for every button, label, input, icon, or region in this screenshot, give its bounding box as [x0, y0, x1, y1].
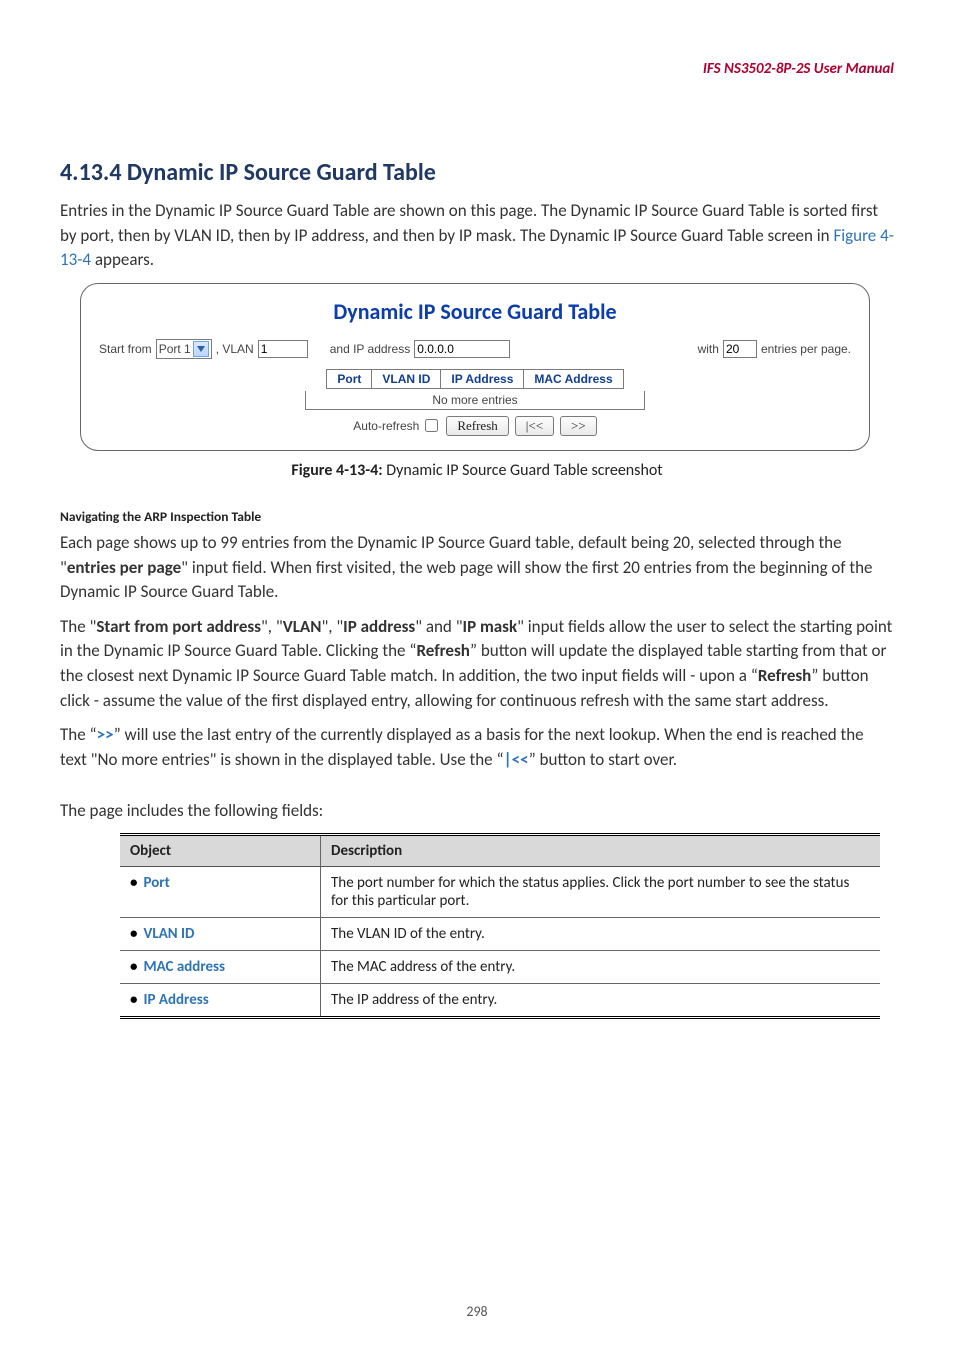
section-heading: 4.13.4 Dynamic IP Source Guard Table	[60, 158, 894, 187]
fields-table: Object Description •Port The port number…	[120, 833, 880, 1019]
source-guard-table: Port VLAN ID IP Address MAC Address	[326, 369, 623, 389]
fields-intro: The page includes the following fields:	[60, 799, 894, 824]
filter-row: Start from Port 1 , VLAN and IP address …	[99, 339, 851, 359]
figure-caption: Figure 4-13-4: Dynamic IP Source Guard T…	[60, 461, 894, 480]
nav-paragraph-2: The "Start from port address", "VLAN", "…	[60, 615, 894, 714]
port-select[interactable]: Port 1	[156, 339, 212, 359]
intro-text-b: appears.	[91, 249, 154, 270]
figure-caption-number: Figure 4-13-4:	[291, 461, 382, 480]
entries-per-page-label: entries per page.	[761, 342, 851, 356]
intro-paragraph: Entries in the Dynamic IP Source Guard T…	[60, 199, 894, 273]
entries-input[interactable]	[723, 340, 757, 358]
vlan-label: , VLAN	[216, 342, 254, 356]
figure-caption-text: Dynamic IP Source Guard Table screenshot	[383, 461, 663, 480]
intro-text-a: Entries in the Dynamic IP Source Guard T…	[60, 200, 878, 246]
col-vlan: VLAN ID	[372, 369, 441, 388]
first-symbol: |<<	[504, 749, 529, 770]
col-port: Port	[327, 369, 372, 388]
table-row: •Port The port number for which the stat…	[120, 867, 880, 918]
col-mac: MAC Address	[524, 369, 623, 388]
auto-refresh-label: Auto-refresh	[353, 419, 419, 433]
nav-paragraph-3: The “>>” will use the last entry of the …	[60, 723, 894, 772]
start-from-label: Start from	[99, 342, 152, 356]
no-entries-row: No more entries	[305, 391, 645, 410]
with-label: with	[698, 342, 719, 356]
nav-heading: Navigating the ARP Inspection Table	[60, 508, 894, 525]
next-symbol: >>	[97, 724, 114, 745]
ip-label: and IP address	[330, 342, 411, 356]
col-object: Object	[120, 835, 321, 867]
chevron-down-icon	[193, 341, 209, 357]
table-row: •MAC address The MAC address of the entr…	[120, 951, 880, 984]
port-select-value: Port 1	[159, 342, 191, 356]
first-page-button[interactable]: |<<	[515, 416, 554, 436]
figure-panel: Dynamic IP Source Guard Table Start from…	[80, 283, 870, 451]
ip-input[interactable]	[414, 340, 510, 358]
figure-title: Dynamic IP Source Guard Table	[99, 298, 851, 325]
page-number: 298	[0, 1303, 954, 1320]
col-description: Description	[321, 835, 881, 867]
running-header: IFS NS3502-8P-2S User Manual	[60, 60, 894, 78]
refresh-button[interactable]: Refresh	[446, 416, 508, 436]
nav-paragraph-1: Each page shows up to 99 entries from th…	[60, 531, 894, 605]
table-row: •VLAN ID The VLAN ID of the entry.	[120, 918, 880, 951]
next-page-button[interactable]: >>	[560, 416, 597, 436]
button-row: Auto-refresh Refresh |<< >>	[99, 416, 851, 436]
table-row: •IP Address The IP address of the entry.	[120, 984, 880, 1018]
col-ip: IP Address	[441, 369, 524, 388]
auto-refresh-checkbox[interactable]	[425, 419, 438, 432]
vlan-input[interactable]	[258, 340, 308, 358]
